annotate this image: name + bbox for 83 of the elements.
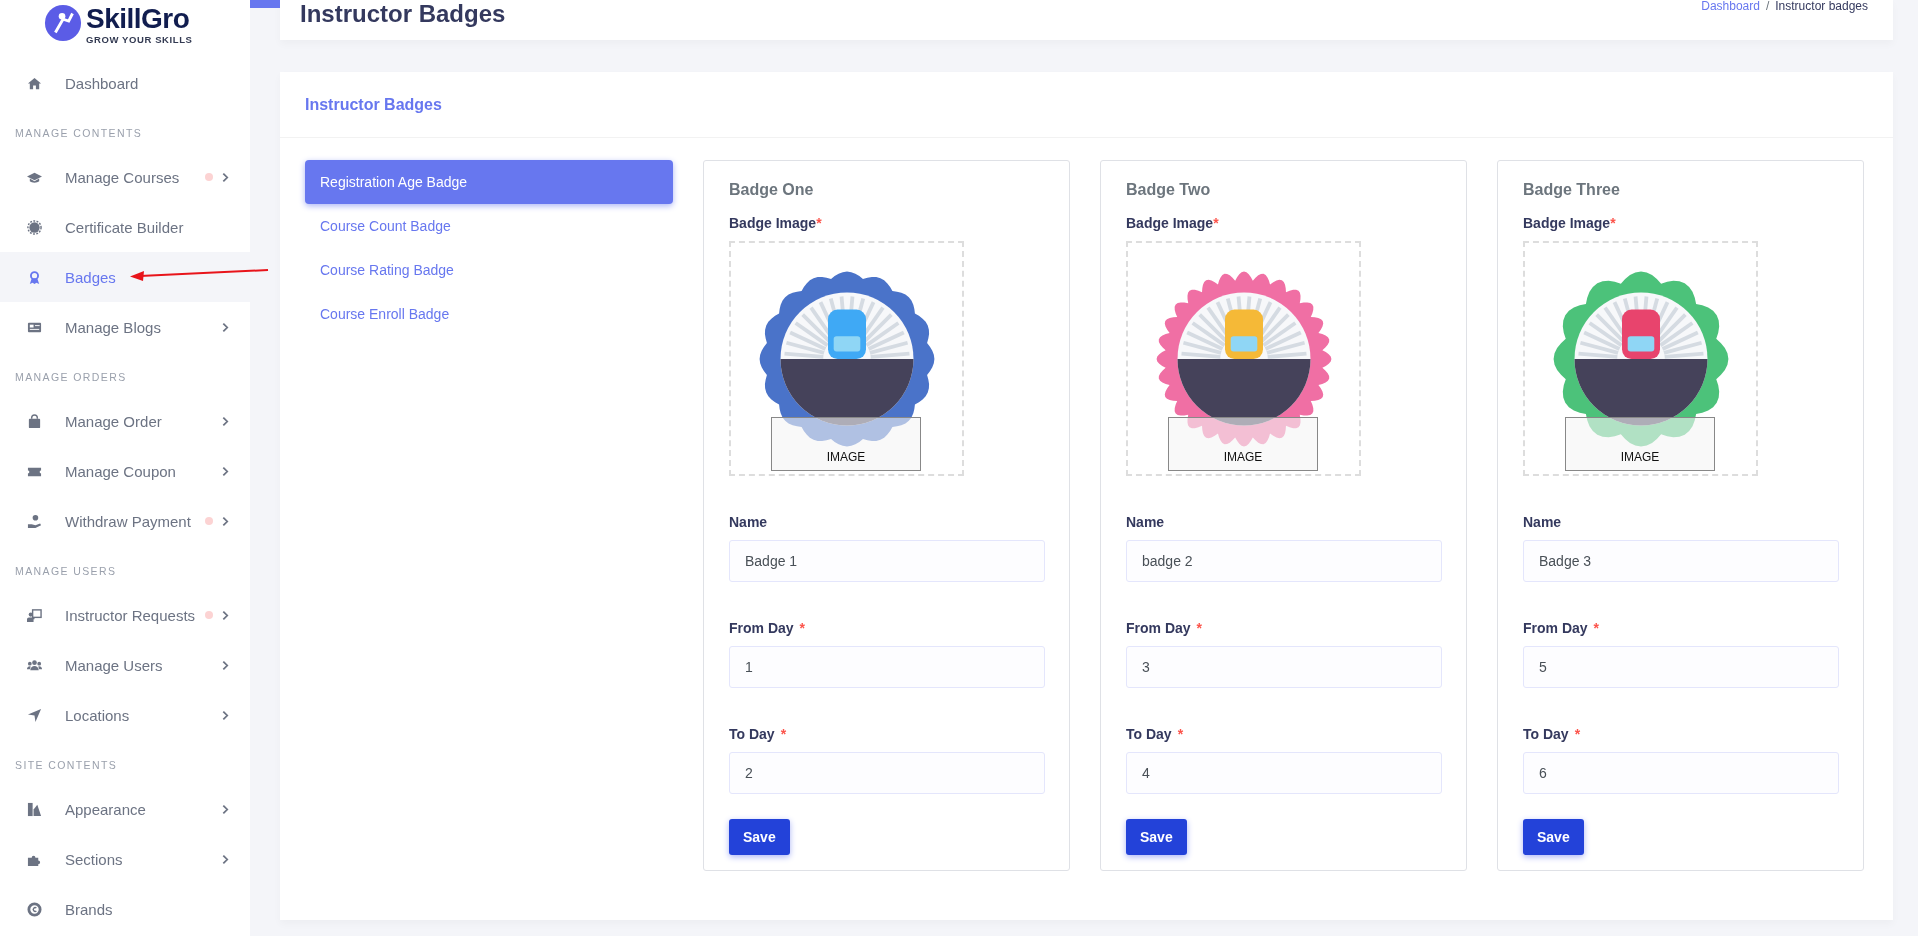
home-icon <box>27 75 42 91</box>
field-label: Badge Image <box>1126 215 1214 231</box>
shopping-bag-icon <box>27 413 42 429</box>
text-input[interactable]: Badge 3 <box>1523 540 1839 582</box>
text-input[interactable]: 5 <box>1523 646 1839 688</box>
copyright-icon <box>27 901 42 917</box>
logo-icon <box>44 4 82 42</box>
required-mark: * <box>1574 726 1581 742</box>
image-upload-button[interactable]: IMAGE <box>771 417 921 471</box>
sidebar-item[interactable]: Withdraw Payment <box>0 496 250 546</box>
sidebar-item[interactable]: Manage Users <box>0 640 250 690</box>
breadcrumb-link[interactable]: Dashboard <box>1701 0 1760 12</box>
sidebar-item[interactable]: Certificate Builder <box>0 202 250 252</box>
text-input[interactable]: 3 <box>1126 646 1442 688</box>
sidebar-item[interactable]: Brands <box>0 884 250 934</box>
sidebar-item[interactable]: Manage Blogs <box>0 302 250 352</box>
required-mark: * <box>1593 620 1600 636</box>
image-upload-button[interactable]: IMAGE <box>1168 417 1318 471</box>
field-label: To Day <box>1523 726 1569 742</box>
gear-badge-icon <box>27 219 42 235</box>
logo-name: SkillGro <box>86 4 191 34</box>
panel-title: Instructor Badges <box>305 95 442 114</box>
required-mark: * <box>816 215 822 231</box>
logo-tagline: GROW YOUR SKILLS <box>86 34 193 45</box>
hand-coin-icon <box>27 513 42 529</box>
required-mark: * <box>799 620 806 636</box>
field-label: To Day <box>729 726 775 742</box>
required-mark: * <box>1610 215 1616 231</box>
ribbon-icon <box>27 269 42 285</box>
sidebar-section-heading: MANAGE USERS <box>14 564 118 579</box>
image-upload-button[interactable]: IMAGE <box>1565 417 1715 471</box>
field-label: From Day <box>729 620 794 636</box>
badge-title: Badge Two <box>1126 181 1212 199</box>
required-mark: * <box>1196 620 1203 636</box>
badge-type-tab[interactable]: Course Enroll Badge <box>305 292 673 336</box>
required-mark: * <box>1177 726 1184 742</box>
breadcrumb-current: Instructor badges <box>1775 0 1868 12</box>
users-icon <box>27 657 42 673</box>
sidebar-item[interactable]: Manage Order <box>0 396 250 446</box>
sidebar-section-heading: MANAGE ORDERS <box>14 370 128 385</box>
text-input[interactable]: 2 <box>729 752 1045 794</box>
text-input[interactable]: 4 <box>1126 752 1442 794</box>
save-button[interactable]: Save <box>729 819 790 855</box>
image-upload-area[interactable]: IMAGE <box>1126 241 1361 476</box>
sidebar-item[interactable]: Badges <box>0 252 250 302</box>
badge-title: Badge One <box>729 181 815 199</box>
badge-title: Badge Three <box>1523 181 1621 199</box>
text-input[interactable]: badge 2 <box>1126 540 1442 582</box>
save-button[interactable]: Save <box>1126 819 1187 855</box>
page-title: Instructor Badges <box>300 0 506 28</box>
navbar-edge <box>250 0 280 8</box>
palette-icon <box>27 801 42 817</box>
text-input[interactable]: Badge 1 <box>729 540 1045 582</box>
sidebar-item[interactable]: Instructor Requests <box>0 590 250 640</box>
badge-type-tab[interactable]: Course Count Badge <box>305 204 673 248</box>
text-input[interactable]: 1 <box>729 646 1045 688</box>
sidebar-item[interactable]: Appearance <box>0 784 250 834</box>
sidebar-item[interactable]: Sections <box>0 834 250 884</box>
field-label: To Day <box>1126 726 1172 742</box>
image-upload-area[interactable]: IMAGE <box>1523 241 1758 476</box>
required-mark: * <box>780 726 787 742</box>
badge-type-tab[interactable]: Course Rating Badge <box>305 248 673 292</box>
field-label: From Day <box>1523 620 1588 636</box>
sidebar-item[interactable]: Manage Courses <box>0 152 250 202</box>
presentation-icon <box>27 607 42 623</box>
sidebar-item[interactable]: Dashboard <box>0 58 250 108</box>
breadcrumb-separator: / <box>1765 0 1770 12</box>
image-upload-area[interactable]: IMAGE <box>729 241 964 476</box>
location-arrow-icon <box>27 707 42 723</box>
sidebar-section-heading: MANAGE CONTENTS <box>14 126 144 141</box>
field-label: Badge Image <box>1523 215 1611 231</box>
sidebar-item[interactable]: Manage Coupon <box>0 446 250 496</box>
badge-type-tab[interactable]: Registration Age Badge <box>305 160 673 204</box>
field-label: Name <box>729 514 768 530</box>
field-label: From Day <box>1126 620 1191 636</box>
save-button[interactable]: Save <box>1523 819 1584 855</box>
required-mark: * <box>1213 215 1219 231</box>
text-input[interactable]: 6 <box>1523 752 1839 794</box>
sidebar-item[interactable]: Locations <box>0 690 250 740</box>
field-label: Name <box>1126 514 1165 530</box>
sidebar-section-heading: SITE CONTENTS <box>14 758 119 773</box>
field-label: Badge Image <box>729 215 817 231</box>
field-label: Name <box>1523 514 1562 530</box>
